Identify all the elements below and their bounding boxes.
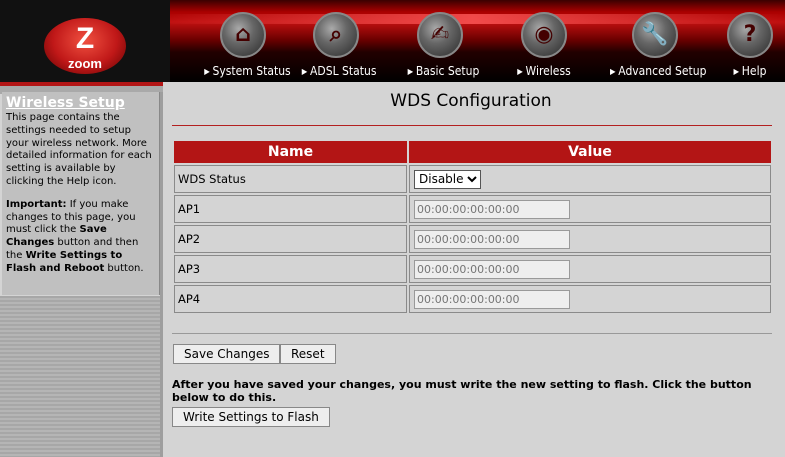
magnifier-icon: ⌕ xyxy=(313,12,359,58)
nav-basic-setup[interactable]: ✍ ▶ Basic Setup xyxy=(404,12,480,78)
nav-label: ADSL Status xyxy=(310,64,377,78)
nav-system-status[interactable]: ⌂ ▶ System Status xyxy=(200,12,291,78)
nav-label: Help xyxy=(741,64,767,78)
arrow-right-icon: ▶ xyxy=(204,67,210,76)
arrow-right-icon: ▶ xyxy=(610,67,616,76)
nav-label: Advanced Setup xyxy=(618,64,707,78)
arrow-right-icon: ▶ xyxy=(733,67,740,76)
save-changes-button[interactable]: Save Changes xyxy=(173,344,281,364)
nav-help[interactable]: ? ▶ Help xyxy=(726,12,774,78)
table-row: AP1 xyxy=(174,195,771,223)
title-divider xyxy=(172,125,772,126)
sidebar-important: Important: If you make changes to this p… xyxy=(6,198,144,274)
sidebar-red-bar xyxy=(0,82,172,86)
zoom-logo[interactable]: Z zoom xyxy=(44,18,126,74)
ap4-label: AP4 xyxy=(174,285,407,313)
ap1-input[interactable] xyxy=(414,199,570,219)
nav-advanced-setup[interactable]: 🔧 ▶ Advanced Setup xyxy=(605,12,707,78)
ap3-input[interactable] xyxy=(414,259,570,279)
sidebar-title: Wireless Setup xyxy=(6,95,125,111)
hand-icon: ✍ xyxy=(417,12,463,58)
arrow-right-icon: ▶ xyxy=(301,67,308,76)
ap2-label: AP2 xyxy=(174,225,407,253)
nav-label: System Status xyxy=(212,64,291,78)
nav-label: Basic Setup xyxy=(415,64,480,78)
ap4-input[interactable] xyxy=(414,289,570,309)
table-row: AP3 xyxy=(174,255,771,283)
sidebar-text: This page contains the settings needed t… xyxy=(6,112,155,276)
logo-letter: Z xyxy=(75,22,95,55)
nav-label: Wireless xyxy=(525,64,571,78)
page-title: WDS Configuration xyxy=(390,91,552,111)
question-icon: ? xyxy=(727,12,773,58)
write-settings-button[interactable]: Write Settings to Flash xyxy=(172,407,330,427)
form-divider xyxy=(172,333,772,334)
logo-area: Z zoom xyxy=(0,0,170,82)
header-value: Value xyxy=(409,141,771,163)
arrow-right-icon: ▶ xyxy=(407,67,414,76)
nav-adsl-status[interactable]: ⌕ ▶ ADSL Status xyxy=(298,12,377,78)
wds-status-select[interactable]: Disable xyxy=(414,169,481,189)
ap1-label: AP1 xyxy=(174,195,407,223)
logo-word: zoom xyxy=(68,56,102,71)
nav-wireless[interactable]: ◉ ▶ Wireless xyxy=(510,12,578,78)
sidebar-help-panel: Wireless Setup This page contains the se… xyxy=(2,92,161,295)
ap2-input[interactable] xyxy=(414,229,570,249)
sidebar-intro: This page contains the settings needed t… xyxy=(6,112,152,187)
header-name: Name xyxy=(174,141,407,163)
wds-table: Name Value WDS Status Disable AP1 AP2 AP… xyxy=(172,139,773,315)
wrench-icon: 🔧 xyxy=(632,12,678,58)
wds-status-label: WDS Status xyxy=(174,165,407,193)
home-icon: ⌂ xyxy=(220,12,266,58)
main-content: WDS Configuration Name Value WDS Status … xyxy=(163,82,785,457)
antenna-icon: ◉ xyxy=(521,12,567,58)
arrow-right-icon: ▶ xyxy=(517,67,523,76)
reset-button[interactable]: Reset xyxy=(280,344,336,364)
sidebar-lower-pattern xyxy=(0,296,162,457)
table-row: WDS Status Disable xyxy=(174,165,771,193)
table-row: AP2 xyxy=(174,225,771,253)
header-bar: Z zoom ⌂ ▶ System Status ⌕ ▶ ADSL Status ✍… xyxy=(0,0,785,82)
flash-note: After you have saved your changes, you m… xyxy=(172,378,752,404)
table-row: AP4 xyxy=(174,285,771,313)
table-header-row: Name Value xyxy=(174,141,771,163)
ap3-label: AP3 xyxy=(174,255,407,283)
